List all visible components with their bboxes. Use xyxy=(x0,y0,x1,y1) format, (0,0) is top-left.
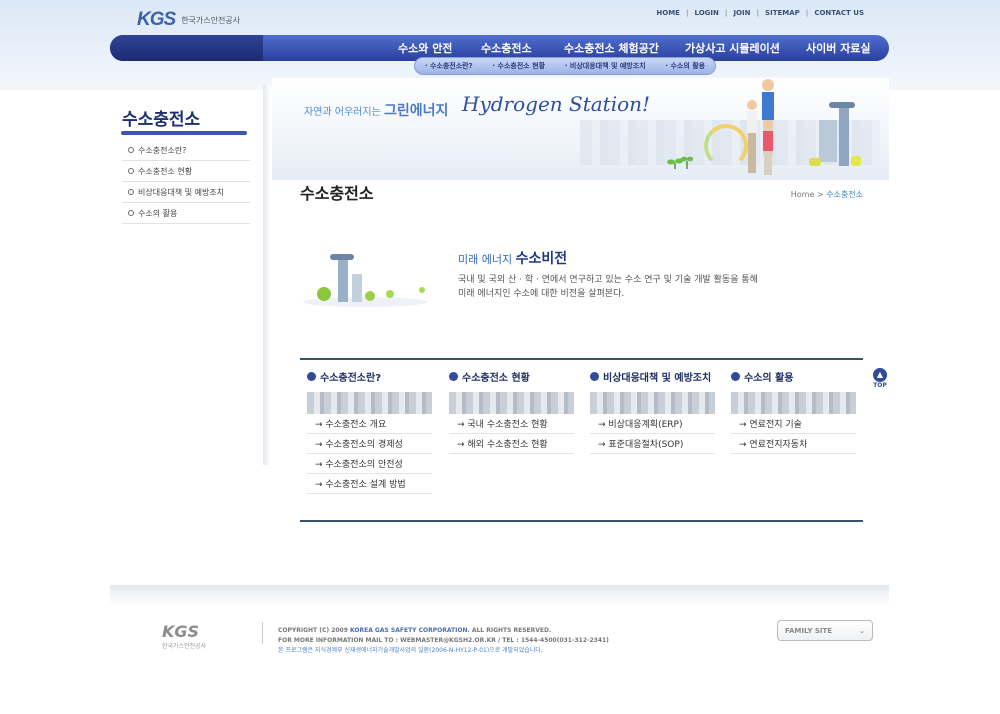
chevron-down-icon: ⌄ xyxy=(859,626,865,635)
column-photo xyxy=(307,392,432,414)
page: KGS 한국가스안전공사 HOME | LOGIN | JOIN | SITEMAP |… xyxy=(0,0,1000,714)
box-top-border xyxy=(300,358,863,360)
chevron-up-icon: ▲ xyxy=(873,368,887,382)
side-item-usage[interactable]: 수소의 활용 xyxy=(122,203,250,224)
charging-pump-illustration xyxy=(809,102,861,166)
lnb-title-bar xyxy=(121,131,247,135)
arrow-circle-icon xyxy=(307,371,316,381)
subnav-item-status[interactable]: · 수소충전소 현황 xyxy=(492,61,545,71)
side-item-emergency[interactable]: 비상대응대책 및 예방조치 xyxy=(122,182,250,203)
breadcrumb-current: 수소충전소 xyxy=(826,190,863,199)
link-overview[interactable]: → 수소충전소 개요 xyxy=(307,414,432,434)
bullet-icon xyxy=(128,147,134,153)
side-menu: 수소충전소란? 수소충전소 현황 비상대응대책 및 예방조치 수소의 활용 xyxy=(122,140,250,224)
link-design[interactable]: → 수소충전소 설계 방법 xyxy=(307,474,432,494)
column-photo xyxy=(449,392,574,414)
top-button[interactable]: ▲ TOP xyxy=(872,368,888,389)
util-sitemap-link[interactable]: SITEMAP xyxy=(765,9,800,17)
utility-links: HOME | LOGIN | JOIN | SITEMAP | CONTACT US xyxy=(656,9,864,17)
column-about: 수소충전소란? → 수소충전소 개요 → 수소충전소의 경제성 → 수소충전소의… xyxy=(307,368,432,494)
arrow-circle-icon xyxy=(590,371,599,381)
column-heading[interactable]: 수소의 활용 xyxy=(731,368,856,384)
gnb-item-archive[interactable]: 사이버 자료실 xyxy=(806,40,871,56)
link-sop[interactable]: → 표준대응절차(SOP) xyxy=(590,434,715,454)
footer-logo: KGS 한국가스안전공사 xyxy=(162,622,207,650)
visual-slogan: 자연과 어우러지는 그린에너지 xyxy=(304,103,449,119)
family-illustration xyxy=(747,79,774,175)
link-fuel-cell-tech[interactable]: → 연료전지 기술 xyxy=(731,414,856,434)
footer-divider xyxy=(262,622,263,644)
family-site-select[interactable]: FAMILY SITE ⌄ xyxy=(777,620,873,641)
side-divider xyxy=(263,85,271,465)
side-item-status[interactable]: 수소충전소 현황 xyxy=(122,161,250,182)
link-economics[interactable]: → 수소충전소의 경제성 xyxy=(307,434,432,454)
page-title: 수소충전소 xyxy=(300,184,374,203)
subnav-item-emergency[interactable]: · 비상대응대책 및 예방조치 xyxy=(565,61,646,71)
bullet-icon xyxy=(128,189,134,195)
column-emergency: 비상대응대책 및 예방조치 → 비상대응계획(ERP) → 표준대응절차(SOP… xyxy=(590,368,715,454)
column-usage: 수소의 활용 → 연료전지 기술 → 연료전지자동차 xyxy=(731,368,856,454)
util-login-link[interactable]: LOGIN xyxy=(695,9,719,17)
bullet-icon xyxy=(128,210,134,216)
breadcrumb-home-link[interactable]: Home xyxy=(791,190,815,199)
subnav-item-usage[interactable]: · 수소의 활용 xyxy=(665,61,705,71)
sub-nav: · 수소충전소란? · 수소충전소 현황 · 비상대응대책 및 예방조치 · 수… xyxy=(414,57,716,75)
intro-description: 국내 및 국외 산 · 학 · 연에서 연구하고 있는 수소 연구 및 기술 개… xyxy=(458,275,758,299)
column-photo xyxy=(731,392,856,414)
column-status: 수소충전소 현황 → 국내 수소충전소 현황 → 해외 수소충전소 현황 xyxy=(449,368,574,454)
arrow-circle-icon xyxy=(449,371,458,381)
link-fuel-cell-vehicle[interactable]: → 연료전지자동차 xyxy=(731,434,856,454)
footer-copyright: COPYRIGHT (C) 2009 KOREA GAS SAFETY CORP… xyxy=(278,627,609,654)
column-photo xyxy=(590,392,715,414)
sprout-icon xyxy=(667,156,693,169)
site-logo[interactable]: KGS 한국가스안전공사 xyxy=(137,9,240,31)
bullet-icon xyxy=(128,168,134,174)
column-heading[interactable]: 수소충전소 현황 xyxy=(449,368,574,384)
link-domestic-status[interactable]: → 국내 수소충전소 현황 xyxy=(449,414,574,434)
breadcrumb: Home > 수소충전소 xyxy=(790,190,863,199)
logo-name: 한국가스안전공사 xyxy=(181,15,241,25)
intro-illustration xyxy=(303,254,427,307)
gnb-item-hydrogen-safety[interactable]: 수소와 안전 xyxy=(398,40,452,56)
column-heading[interactable]: 비상대응대책 및 예방조치 xyxy=(590,368,715,384)
gnb-item-charging-station[interactable]: 수소충전소 xyxy=(481,40,532,56)
intro-title: 미래 에너지 수소비전 xyxy=(458,251,568,267)
link-safety[interactable]: → 수소충전소의 안전성 xyxy=(307,454,432,474)
link-overseas-status[interactable]: → 해외 수소충전소 현황 xyxy=(449,434,574,454)
subnav-item-about[interactable]: · 수소충전소란? xyxy=(425,61,473,71)
arrow-circle-icon xyxy=(731,371,740,381)
visual-title: Hydrogen Station! xyxy=(462,92,651,116)
util-home-link[interactable]: HOME xyxy=(656,9,680,17)
gnb-item-experience[interactable]: 수소충전소 체험공간 xyxy=(564,40,659,56)
lnb-title: 수소충전소 xyxy=(122,110,201,130)
util-contact-link[interactable]: CONTACT US xyxy=(814,9,864,17)
column-heading[interactable]: 수소충전소란? xyxy=(307,368,432,384)
side-item-about[interactable]: 수소충전소란? xyxy=(122,140,250,161)
box-bottom-border xyxy=(300,520,863,522)
link-erp[interactable]: → 비상대응계획(ERP) xyxy=(590,414,715,434)
util-join-link[interactable]: JOIN xyxy=(733,9,750,17)
gnb-item-simulation[interactable]: 가상사고 시뮬레이션 xyxy=(685,40,780,56)
footer-shadow xyxy=(110,585,889,605)
logo-mark: KGS xyxy=(137,9,176,30)
